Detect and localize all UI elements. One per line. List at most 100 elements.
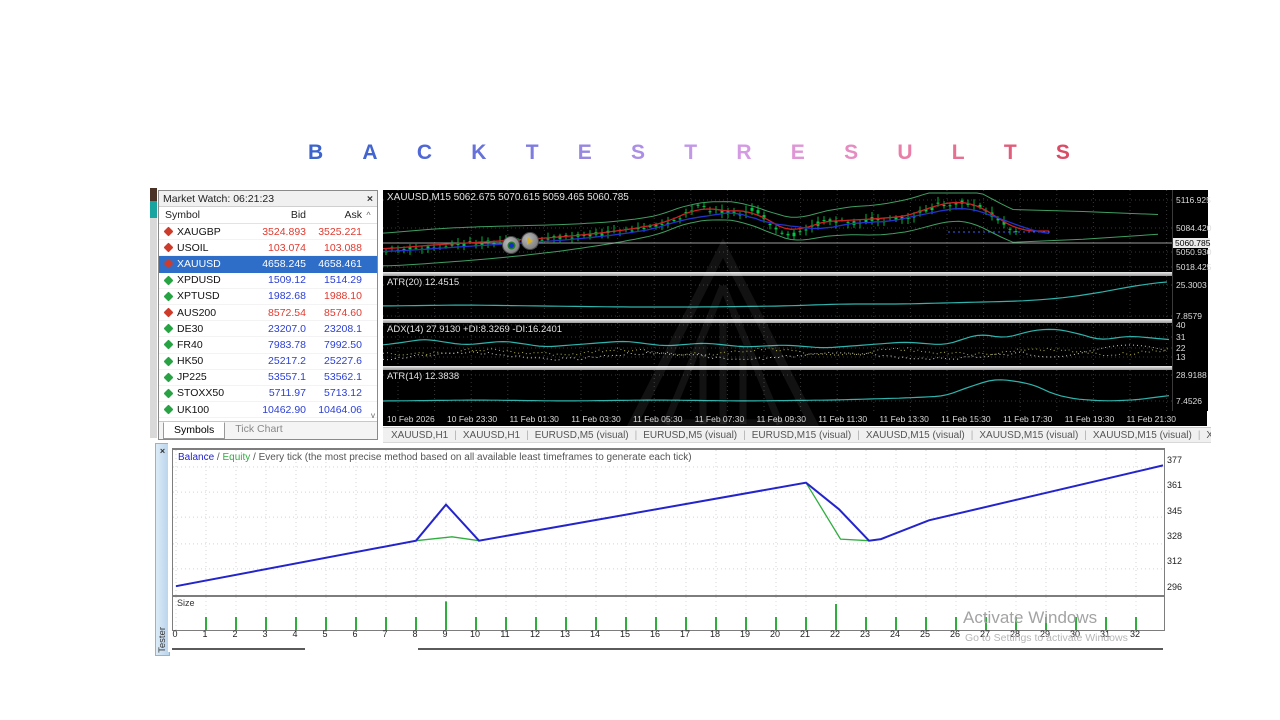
x-axis-label: 17: [674, 629, 696, 639]
market-watch-row[interactable]: UK10010462.9010464.06: [159, 402, 377, 418]
time-axis-label: 11 Feb 15:30: [941, 414, 990, 424]
title-letter: T: [684, 141, 697, 165]
chart-tab[interactable]: XAUUSD,M15 (visual): [1087, 430, 1198, 441]
market-watch-row[interactable]: USOIL103.074103.088: [159, 240, 377, 256]
x-axis-label: 26: [944, 629, 966, 639]
scrollbar-segment[interactable]: [172, 648, 305, 650]
x-axis-label: 3: [254, 629, 276, 639]
symbol-name: STOXX50: [177, 387, 224, 399]
x-axis-label: 10: [464, 629, 486, 639]
chart-tab[interactable]: EURUSD,M5 (visual): [637, 430, 743, 441]
atr20-label: ATR(20) 12.4515: [387, 277, 459, 288]
time-axis-label: 11 Feb 13:30: [879, 414, 928, 424]
scroll-up-icon[interactable]: ^: [362, 210, 375, 220]
ask-cell: 10464.06: [306, 404, 362, 416]
chart-tab[interactable]: EURUSD,M5 (visual): [529, 430, 635, 441]
legend-method: Every tick (the most precise method base…: [259, 452, 692, 463]
backtest-graph[interactable]: Balance / Equity / Every tick (the most …: [172, 448, 1165, 597]
market-watch-row[interactable]: XAUGBP3524.8933525.221: [159, 224, 377, 240]
bid-cell: 4658.245: [242, 258, 306, 270]
market-watch-row[interactable]: XAUUSD4658.2454658.461: [159, 256, 377, 272]
atr20-pane[interactable]: ATR(20) 12.4515: [383, 276, 1172, 319]
time-axis-label: 11 Feb 17:30: [1003, 414, 1052, 424]
ea-marker-icon[interactable]: [521, 232, 539, 250]
scroll-down-icon[interactable]: v: [371, 411, 375, 420]
chart-tab[interactable]: XAUUSD,M15 (visual): [973, 430, 1084, 441]
chart-tab[interactable]: XAUUSD,H1: [385, 430, 454, 441]
arrow-down-icon: [164, 259, 174, 269]
x-axis-label: 19: [734, 629, 756, 639]
symbol-cell: XPTUSD: [165, 290, 242, 302]
market-watch-row[interactable]: FR407983.787992.50: [159, 337, 377, 353]
atr14-pane[interactable]: ATR(14) 12.3838: [383, 370, 1172, 411]
time-axis[interactable]: 10 Feb 202610 Feb 23:3011 Feb 01:3011 Fe…: [383, 411, 1180, 426]
symbol-name: XAUGBP: [177, 226, 221, 238]
graph-legend: Balance / Equity / Every tick (the most …: [178, 452, 692, 463]
price-chart-pane[interactable]: XAUUSD,M15 5062.675 5070.615 5059.465 50…: [383, 190, 1172, 272]
scrollbar-segment[interactable]: [418, 648, 1163, 650]
title-letter: L: [952, 141, 965, 165]
close-icon[interactable]: ×: [160, 446, 165, 456]
current-price-label: 5060.785: [1173, 238, 1210, 248]
x-axis-label: 9: [434, 629, 456, 639]
title-letter: R: [736, 141, 751, 165]
page-title: BACKTESTRESULTS: [308, 141, 1070, 165]
arrow-up-icon: [164, 275, 174, 285]
bid-cell: 1982.68: [242, 290, 306, 302]
adx-pane[interactable]: ADX(14) 27.9130 +DI:8.3269 -DI:16.2401: [383, 323, 1172, 366]
bid-cell: 103.074: [242, 242, 306, 254]
market-watch-row[interactable]: HK5025217.225227.6: [159, 354, 377, 370]
column-bid[interactable]: Bid: [240, 209, 306, 221]
arrow-down-icon: [164, 227, 174, 237]
time-axis-label: 10 Feb 23:30: [447, 414, 497, 424]
column-ask[interactable]: Ask: [306, 209, 362, 221]
symbol-cell: AUS200: [165, 307, 242, 319]
market-watch-row[interactable]: STOXX505711.975713.12: [159, 386, 377, 402]
symbol-cell: XPDUSD: [165, 274, 242, 286]
chart-tab[interactable]: EURUSD,M15 (visual): [746, 430, 857, 441]
time-axis-label: 11 Feb 19:30: [1065, 414, 1114, 424]
market-watch-row[interactable]: XPTUSD1982.681988.10: [159, 289, 377, 305]
chart-tab[interactable]: XAUUSD,M15 (visual): [860, 430, 971, 441]
time-axis-label: 11 Feb 11:30: [818, 414, 867, 424]
ea-marker-icon[interactable]: [502, 236, 520, 254]
ask-cell: 23208.1: [306, 323, 362, 335]
x-axis-label: 4: [284, 629, 306, 639]
ask-cell: 1514.29: [306, 274, 362, 286]
symbol-name: DE30: [177, 323, 203, 335]
symbol-cell: HK50: [165, 355, 242, 367]
tab-tick-chart[interactable]: Tick Chart: [225, 422, 292, 439]
bid-cell: 5711.97: [242, 387, 306, 399]
symbol-cell: XAUGBP: [165, 226, 242, 238]
arrow-up-icon: [164, 340, 174, 350]
adx-label: ADX(14) 27.9130 +DI:8.3269 -DI:16.2401: [387, 324, 562, 335]
y-axis-label: 296: [1167, 582, 1199, 592]
bid-cell: 8572.54: [242, 307, 306, 319]
title-letter: A: [362, 141, 377, 165]
backtest-graph-plot: [173, 450, 1164, 595]
time-axis-label: 11 Feb 21:30: [1126, 414, 1175, 424]
tab-symbols[interactable]: Symbols: [163, 422, 225, 439]
market-watch-row[interactable]: JP22553557.153562.1: [159, 370, 377, 386]
close-icon[interactable]: ×: [367, 193, 373, 205]
symbol-name: HK50: [177, 355, 203, 367]
market-watch-row[interactable]: AUS2008572.548574.60: [159, 305, 377, 321]
symbol-name: JP225: [177, 371, 207, 383]
dock-strip-segment: [150, 188, 157, 201]
market-watch-row[interactable]: DE3023207.023208.1: [159, 321, 377, 337]
price-scale-label: 5084.420: [1176, 223, 1211, 233]
bid-cell: 53557.1: [242, 371, 306, 383]
size-label: Size: [177, 598, 195, 608]
symbol-name: AUS200: [177, 307, 216, 319]
symbol-cell: JP225: [165, 371, 242, 383]
chart-tab[interactable]: XAUUSD,M1: [1200, 430, 1211, 441]
arrow-up-icon: [164, 324, 174, 334]
symbol-name: XPTUSD: [177, 290, 220, 302]
title-letter: T: [1004, 141, 1017, 165]
market-watch-row[interactable]: XPDUSD1509.121514.29: [159, 273, 377, 289]
chart-tab[interactable]: XAUUSD,H1: [457, 430, 526, 441]
column-symbol[interactable]: Symbol: [165, 209, 240, 221]
symbol-name: FR40: [177, 339, 203, 351]
arrow-up-icon: [164, 291, 174, 301]
price-scale[interactable]: 5116.9255084.4205050.9305018.4255060.785…: [1172, 190, 1208, 411]
